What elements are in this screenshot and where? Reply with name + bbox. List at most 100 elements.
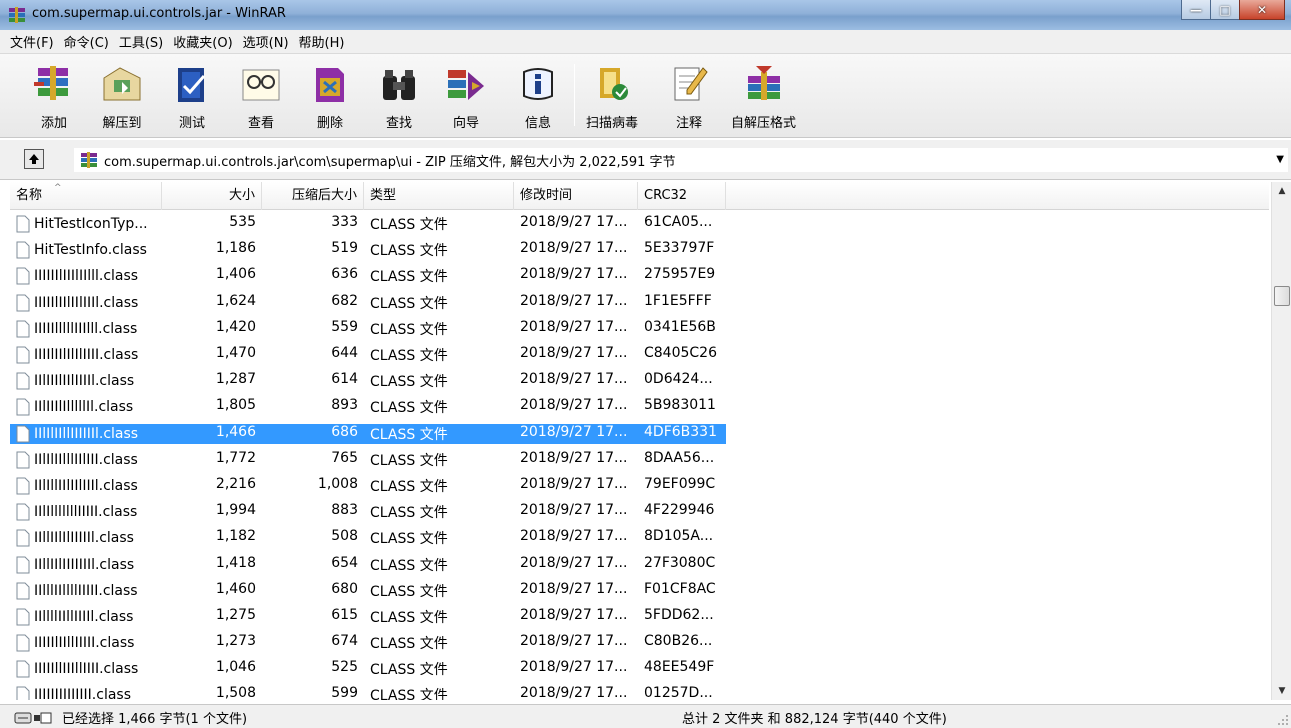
file-size-cell: 1,994 bbox=[215, 502, 256, 519]
file-crc-cell: 5E33797F bbox=[644, 240, 715, 257]
maximize-button[interactable]: □ bbox=[1210, 0, 1240, 20]
file-name-cell: IIIIIlIIllIIIII.class bbox=[10, 633, 162, 653]
delete-button[interactable]: 删除 bbox=[306, 60, 354, 136]
menu-commands[interactable]: 命令(C) bbox=[59, 32, 114, 51]
file-type-cell: CLASS 文件 bbox=[370, 400, 448, 417]
file-row[interactable]: IIlllIIllllIIIII.class 1,460 680 CLASS 文件 20… bbox=[10, 578, 1269, 604]
path-field[interactable]: com.supermap.ui.controls.jar\com\superma… bbox=[74, 148, 1288, 172]
file-type-cell: CLASS 文件 bbox=[370, 374, 448, 391]
file-row[interactable]: IIIIIllIIIllIIII.class 1,046 525 CLASS 文件 20… bbox=[10, 656, 1269, 682]
menu-file[interactable]: 文件(F) bbox=[5, 32, 59, 51]
file-packed-cell: 636 bbox=[331, 266, 358, 283]
file-modified-cell: 2018/9/27 17... bbox=[520, 266, 628, 283]
file-row[interactable]: IIlIlIIllIIIIIIl.class 1,466 686 CLASS 文件 20… bbox=[10, 421, 1269, 447]
file-row[interactable]: IIlIIIlIlllllIl.class 1,805 893 CLASS 文件 201… bbox=[10, 394, 1269, 420]
minimize-button[interactable]: — bbox=[1181, 0, 1211, 20]
sfx-button[interactable]: 自解压格式 bbox=[731, 60, 796, 136]
extract-to-icon bbox=[103, 67, 141, 101]
file-row[interactable]: HitTestInfo.class 1,186 519 CLASS 文件 2018/9/… bbox=[10, 237, 1269, 263]
file-name: IIlIlIIllIIIIIIl.class bbox=[34, 425, 139, 442]
file-packed-cell: 654 bbox=[331, 554, 358, 571]
file-name-cell: IIIIIlllllIIIlll.class bbox=[10, 319, 162, 339]
info-button[interactable]: 信息 bbox=[514, 60, 562, 136]
file-row[interactable]: IIIIIlIIlIIlIIIl.class 1,624 682 CLASS 文件 20… bbox=[10, 290, 1269, 316]
file-crc-cell: 0D6424... bbox=[644, 371, 713, 388]
column-modified[interactable]: 修改时间 bbox=[514, 182, 638, 210]
file-row[interactable]: IIIIlIIlIlIlIIII.class 1,470 644 CLASS 文件 20… bbox=[10, 342, 1269, 368]
file-name-cell: IIllIIlIIIIIIIl.class bbox=[10, 555, 162, 575]
file-row[interactable]: IIIIIIlIIIlIIlll.class 1,406 636 CLASS 文件 20… bbox=[10, 263, 1269, 289]
file-size-cell: 1,508 bbox=[215, 685, 256, 700]
file-row[interactable]: IIlIllIIlIIlIIIl.class 2,216 1,008 CLASS 文件… bbox=[10, 473, 1269, 499]
scroll-up-icon[interactable]: ▲ bbox=[1272, 182, 1291, 200]
test-button[interactable]: 测试 bbox=[168, 60, 216, 136]
file-row-cells: IIlIlIIlllIIlIII.class 1,772 765 CLASS 文件 20… bbox=[10, 450, 726, 470]
info-icon bbox=[523, 68, 553, 100]
file-row[interactable]: IIllIIlIlIIIIIl.class 1,182 508 CLASS 文件 201… bbox=[10, 525, 1269, 551]
class-file-icon bbox=[16, 425, 30, 443]
column-crc32[interactable]: CRC32 bbox=[638, 182, 726, 210]
wizard-button[interactable]: 向导 bbox=[442, 60, 490, 136]
status-left: 已经选择 1,466 字节(1 个文件) bbox=[14, 708, 247, 727]
file-type-cell: CLASS 文件 bbox=[370, 609, 448, 626]
column-name[interactable]: 名称 ^ bbox=[10, 182, 162, 210]
delete-label: 删除 bbox=[316, 116, 343, 131]
resize-grip-icon[interactable] bbox=[1275, 712, 1289, 726]
file-modified-cell: 2018/9/27 17... bbox=[520, 502, 628, 519]
menu-options[interactable]: 选项(N) bbox=[238, 32, 294, 51]
extract-to-button[interactable]: 解压到 bbox=[98, 60, 146, 136]
file-row-cells: IIlIlIIllIIIIIIl.class 1,466 686 CLASS 文件 20… bbox=[10, 423, 726, 444]
menu-bar: 文件(F) 命令(C) 工具(S) 收藏夹(O) 选项(N) 帮助(H) bbox=[0, 30, 1291, 54]
menu-help[interactable]: 帮助(H) bbox=[294, 32, 350, 51]
close-button[interactable]: ✕ bbox=[1239, 0, 1285, 20]
scroll-thumb[interactable] bbox=[1274, 286, 1290, 306]
column-filler bbox=[726, 182, 1269, 210]
file-name-cell: IIlIlllllllIIIII.class bbox=[10, 502, 162, 522]
file-name: IIlllIIllllIIIII.class bbox=[34, 582, 138, 599]
file-name-cell: HitTestIconTyp... bbox=[10, 214, 162, 234]
comment-button[interactable]: 注释 bbox=[665, 60, 713, 136]
file-row[interactable]: IIlIlIIlllIIlIII.class 1,772 765 CLASS 文件 20… bbox=[10, 447, 1269, 473]
scroll-down-icon[interactable]: ▼ bbox=[1272, 682, 1291, 700]
file-name: HitTestInfo.class bbox=[34, 242, 147, 259]
file-modified-cell: 2018/9/27 17... bbox=[520, 214, 628, 231]
file-name: IIlIllIIlIIlIIIl.class bbox=[34, 477, 138, 494]
file-size-cell: 1,287 bbox=[215, 371, 256, 388]
file-row[interactable]: IIlIIIlIIlIIIIl.class 1,287 614 CLASS 文件 201… bbox=[10, 368, 1269, 394]
add-button[interactable]: 添加 bbox=[30, 60, 78, 136]
column-type[interactable]: 类型 bbox=[364, 182, 514, 210]
file-modified-cell: 2018/9/27 17... bbox=[520, 345, 628, 362]
file-row[interactable]: IIIIIlIIllIIIII.class 1,273 674 CLASS 文件 201… bbox=[10, 630, 1269, 656]
file-size-cell: 1,186 bbox=[215, 240, 256, 257]
drive-icon bbox=[14, 712, 52, 723]
file-row[interactable]: HitTestIconTyp... 535 333 CLASS 文件 2018/9/27… bbox=[10, 211, 1269, 237]
file-row[interactable]: IIlIlllllllIIIII.class 1,994 883 CLASS 文件 20… bbox=[10, 499, 1269, 525]
file-size-cell: 535 bbox=[229, 214, 256, 231]
file-name: IIllIIlIlIIIIIl.class bbox=[34, 530, 134, 547]
class-file-icon bbox=[16, 372, 30, 390]
find-button[interactable]: 查找 bbox=[375, 60, 423, 136]
virus-scan-button[interactable]: 扫描病毒 bbox=[586, 60, 638, 136]
file-modified-cell: 2018/9/27 17... bbox=[520, 318, 628, 335]
file-name: IIIIIlIIllIIIII.class bbox=[34, 635, 135, 652]
file-crc-cell: 5B983011 bbox=[644, 397, 716, 414]
path-dropdown-icon[interactable]: ▼ bbox=[1276, 154, 1284, 165]
file-row[interactable]: IIIIIlllllIIIlll.class 1,420 559 CLASS 文件 20… bbox=[10, 316, 1269, 342]
column-packed[interactable]: 压缩后大小 bbox=[262, 182, 364, 210]
column-size[interactable]: 大小 bbox=[162, 182, 262, 210]
file-row-cells: IIlIIIlIlllllIl.class 1,805 893 CLASS 文件 201… bbox=[10, 397, 726, 417]
menu-favorites[interactable]: 收藏夹(O) bbox=[168, 32, 237, 51]
vertical-scrollbar[interactable]: ▲ ▼ bbox=[1271, 182, 1291, 700]
file-modified-cell: 2018/9/27 17... bbox=[520, 449, 628, 466]
file-size-cell: 1,805 bbox=[215, 397, 256, 414]
file-row[interactable]: IIllIIlIIIIIIIl.class 1,418 654 CLASS 文件 201… bbox=[10, 551, 1269, 577]
file-size-cell: 1,182 bbox=[215, 528, 256, 545]
view-button[interactable]: 查看 bbox=[237, 60, 285, 136]
file-packed-cell: 519 bbox=[331, 240, 358, 257]
up-arrow-icon bbox=[29, 154, 39, 164]
file-name-cell: IIIIIlIIlIIlIIIl.class bbox=[10, 293, 162, 313]
menu-tools[interactable]: 工具(S) bbox=[114, 32, 168, 51]
file-row[interactable]: IIIIIIIIIIIIII.class 1,508 599 CLASS 文件 2018… bbox=[10, 682, 1269, 700]
file-row[interactable]: IIllllIIllIIIIl.class 1,275 615 CLASS 文件 201… bbox=[10, 604, 1269, 630]
up-folder-button[interactable] bbox=[24, 149, 44, 169]
